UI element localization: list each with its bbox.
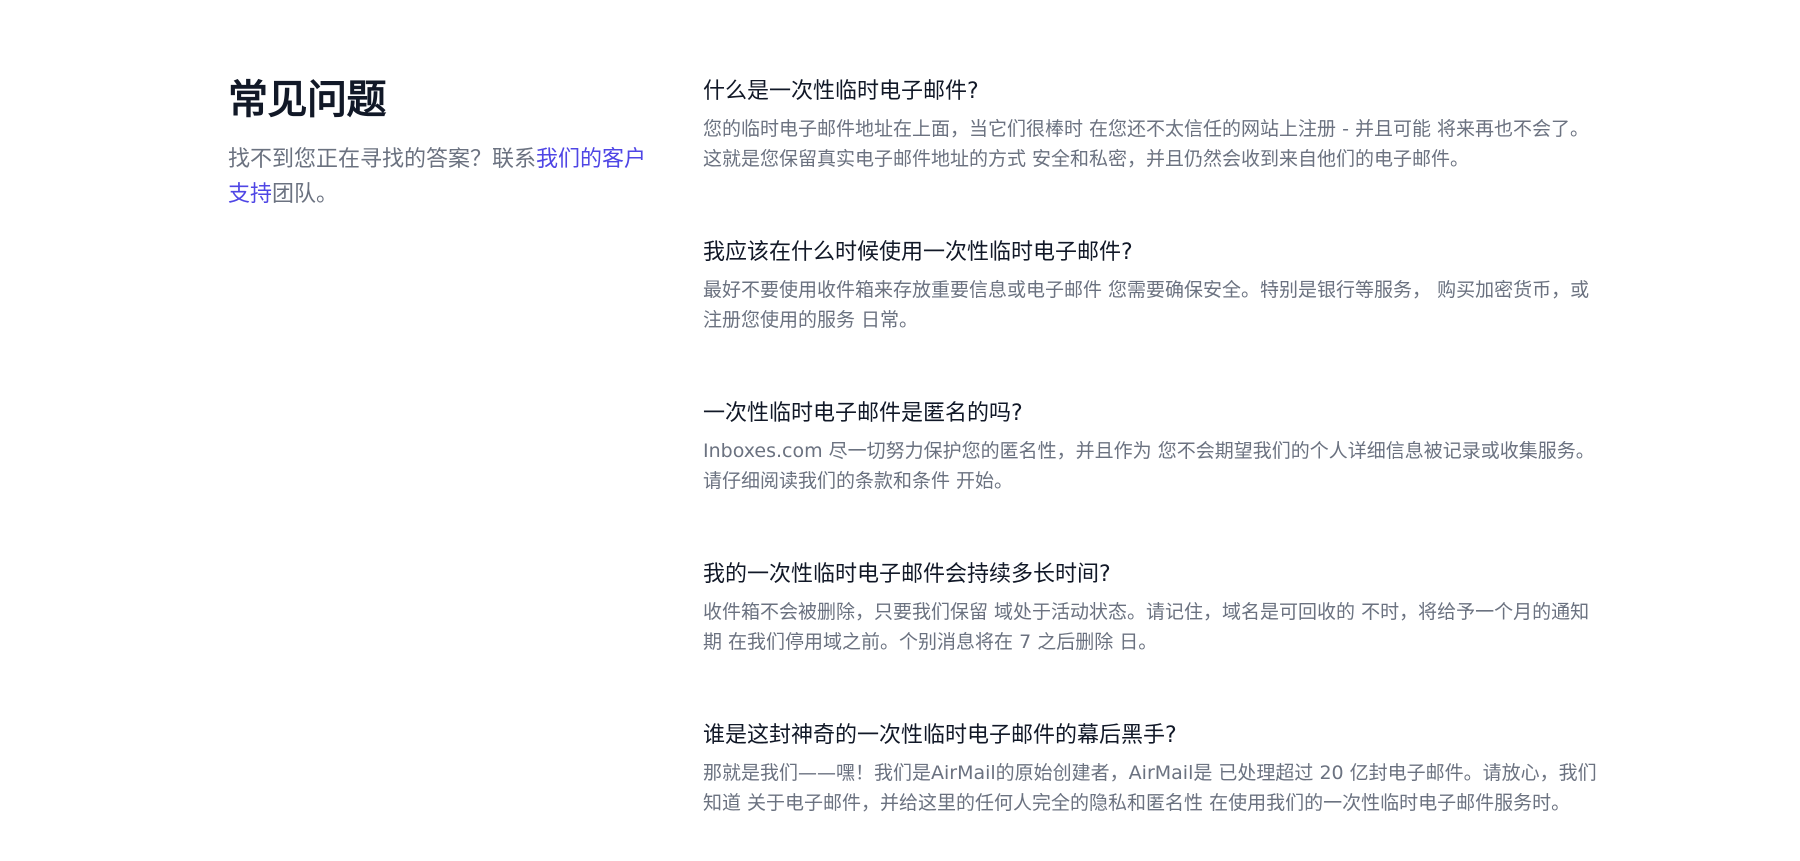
faq-list: 什么是一次性临时电子邮件? 您的临时电子邮件地址在上面，当它们很棒时 在您还不太… bbox=[703, 76, 1608, 861]
faq-title: 常见问题 bbox=[228, 77, 387, 123]
faq-question: 什么是一次性临时电子邮件? bbox=[703, 79, 979, 104]
faq-question: 我的一次性临时电子邮件会持续多长时间? bbox=[703, 562, 1111, 587]
faq-question: 一次性临时电子邮件是匿名的吗? bbox=[703, 401, 1023, 426]
faq-subtitle-text: 找不到您正在寻找的答案？联系 bbox=[228, 147, 537, 172]
faq-question: 谁是这封神奇的一次性临时电子邮件的幕后黑手? bbox=[703, 723, 1177, 748]
faq-answer: 收件箱不会被删除，只要我们保留 域处于活动状态。请记住，域名是可回收的 不时，将… bbox=[703, 601, 1590, 653]
faq-item: 一次性临时电子邮件是匿名的吗? Inboxes.com 尽一切努力保护您的匿名性… bbox=[703, 398, 1608, 559]
faq-answer: 您的临时电子邮件地址在上面，当它们很棒时 在您还不太信任的网站上注册 - 并且可… bbox=[703, 118, 1590, 170]
faq-intro: 常见问题 找不到您正在寻找的答案？联系我们的客户支持团队。 bbox=[228, 72, 648, 212]
faq-item: 什么是一次性临时电子邮件? 您的临时电子邮件地址在上面，当它们很棒时 在您还不太… bbox=[703, 76, 1608, 237]
faq-subtitle: 找不到您正在寻找的答案？联系我们的客户支持团队。 bbox=[228, 142, 648, 212]
faq-answer: 最好不要使用收件箱来存放重要信息或电子邮件 您需要确保安全。特别是银行等服务， … bbox=[703, 279, 1590, 331]
faq-item: 我应该在什么时候使用一次性临时电子邮件? 最好不要使用收件箱来存放重要信息或电子… bbox=[703, 237, 1608, 398]
faq-question: 我应该在什么时候使用一次性临时电子邮件? bbox=[703, 240, 1133, 265]
faq-item: 我的一次性临时电子邮件会持续多长时间? 收件箱不会被删除，只要我们保留 域处于活… bbox=[703, 559, 1608, 720]
faq-item: 谁是这封神奇的一次性临时电子邮件的幕后黑手? 那就是我们——嘿！我们是AirMa… bbox=[703, 720, 1608, 861]
faq-answer: 那就是我们——嘿！我们是AirMail的原始创建者，AirMail是 已处理超过… bbox=[703, 762, 1597, 814]
faq-page: 常见问题 找不到您正在寻找的答案？联系我们的客户支持团队。 什么是一次性临时电子… bbox=[0, 0, 1800, 861]
faq-subtitle-end: 团队。 bbox=[272, 182, 339, 207]
faq-answer: Inboxes.com 尽一切努力保护您的匿名性，并且作为 您不会期望我们的个人… bbox=[703, 440, 1595, 492]
